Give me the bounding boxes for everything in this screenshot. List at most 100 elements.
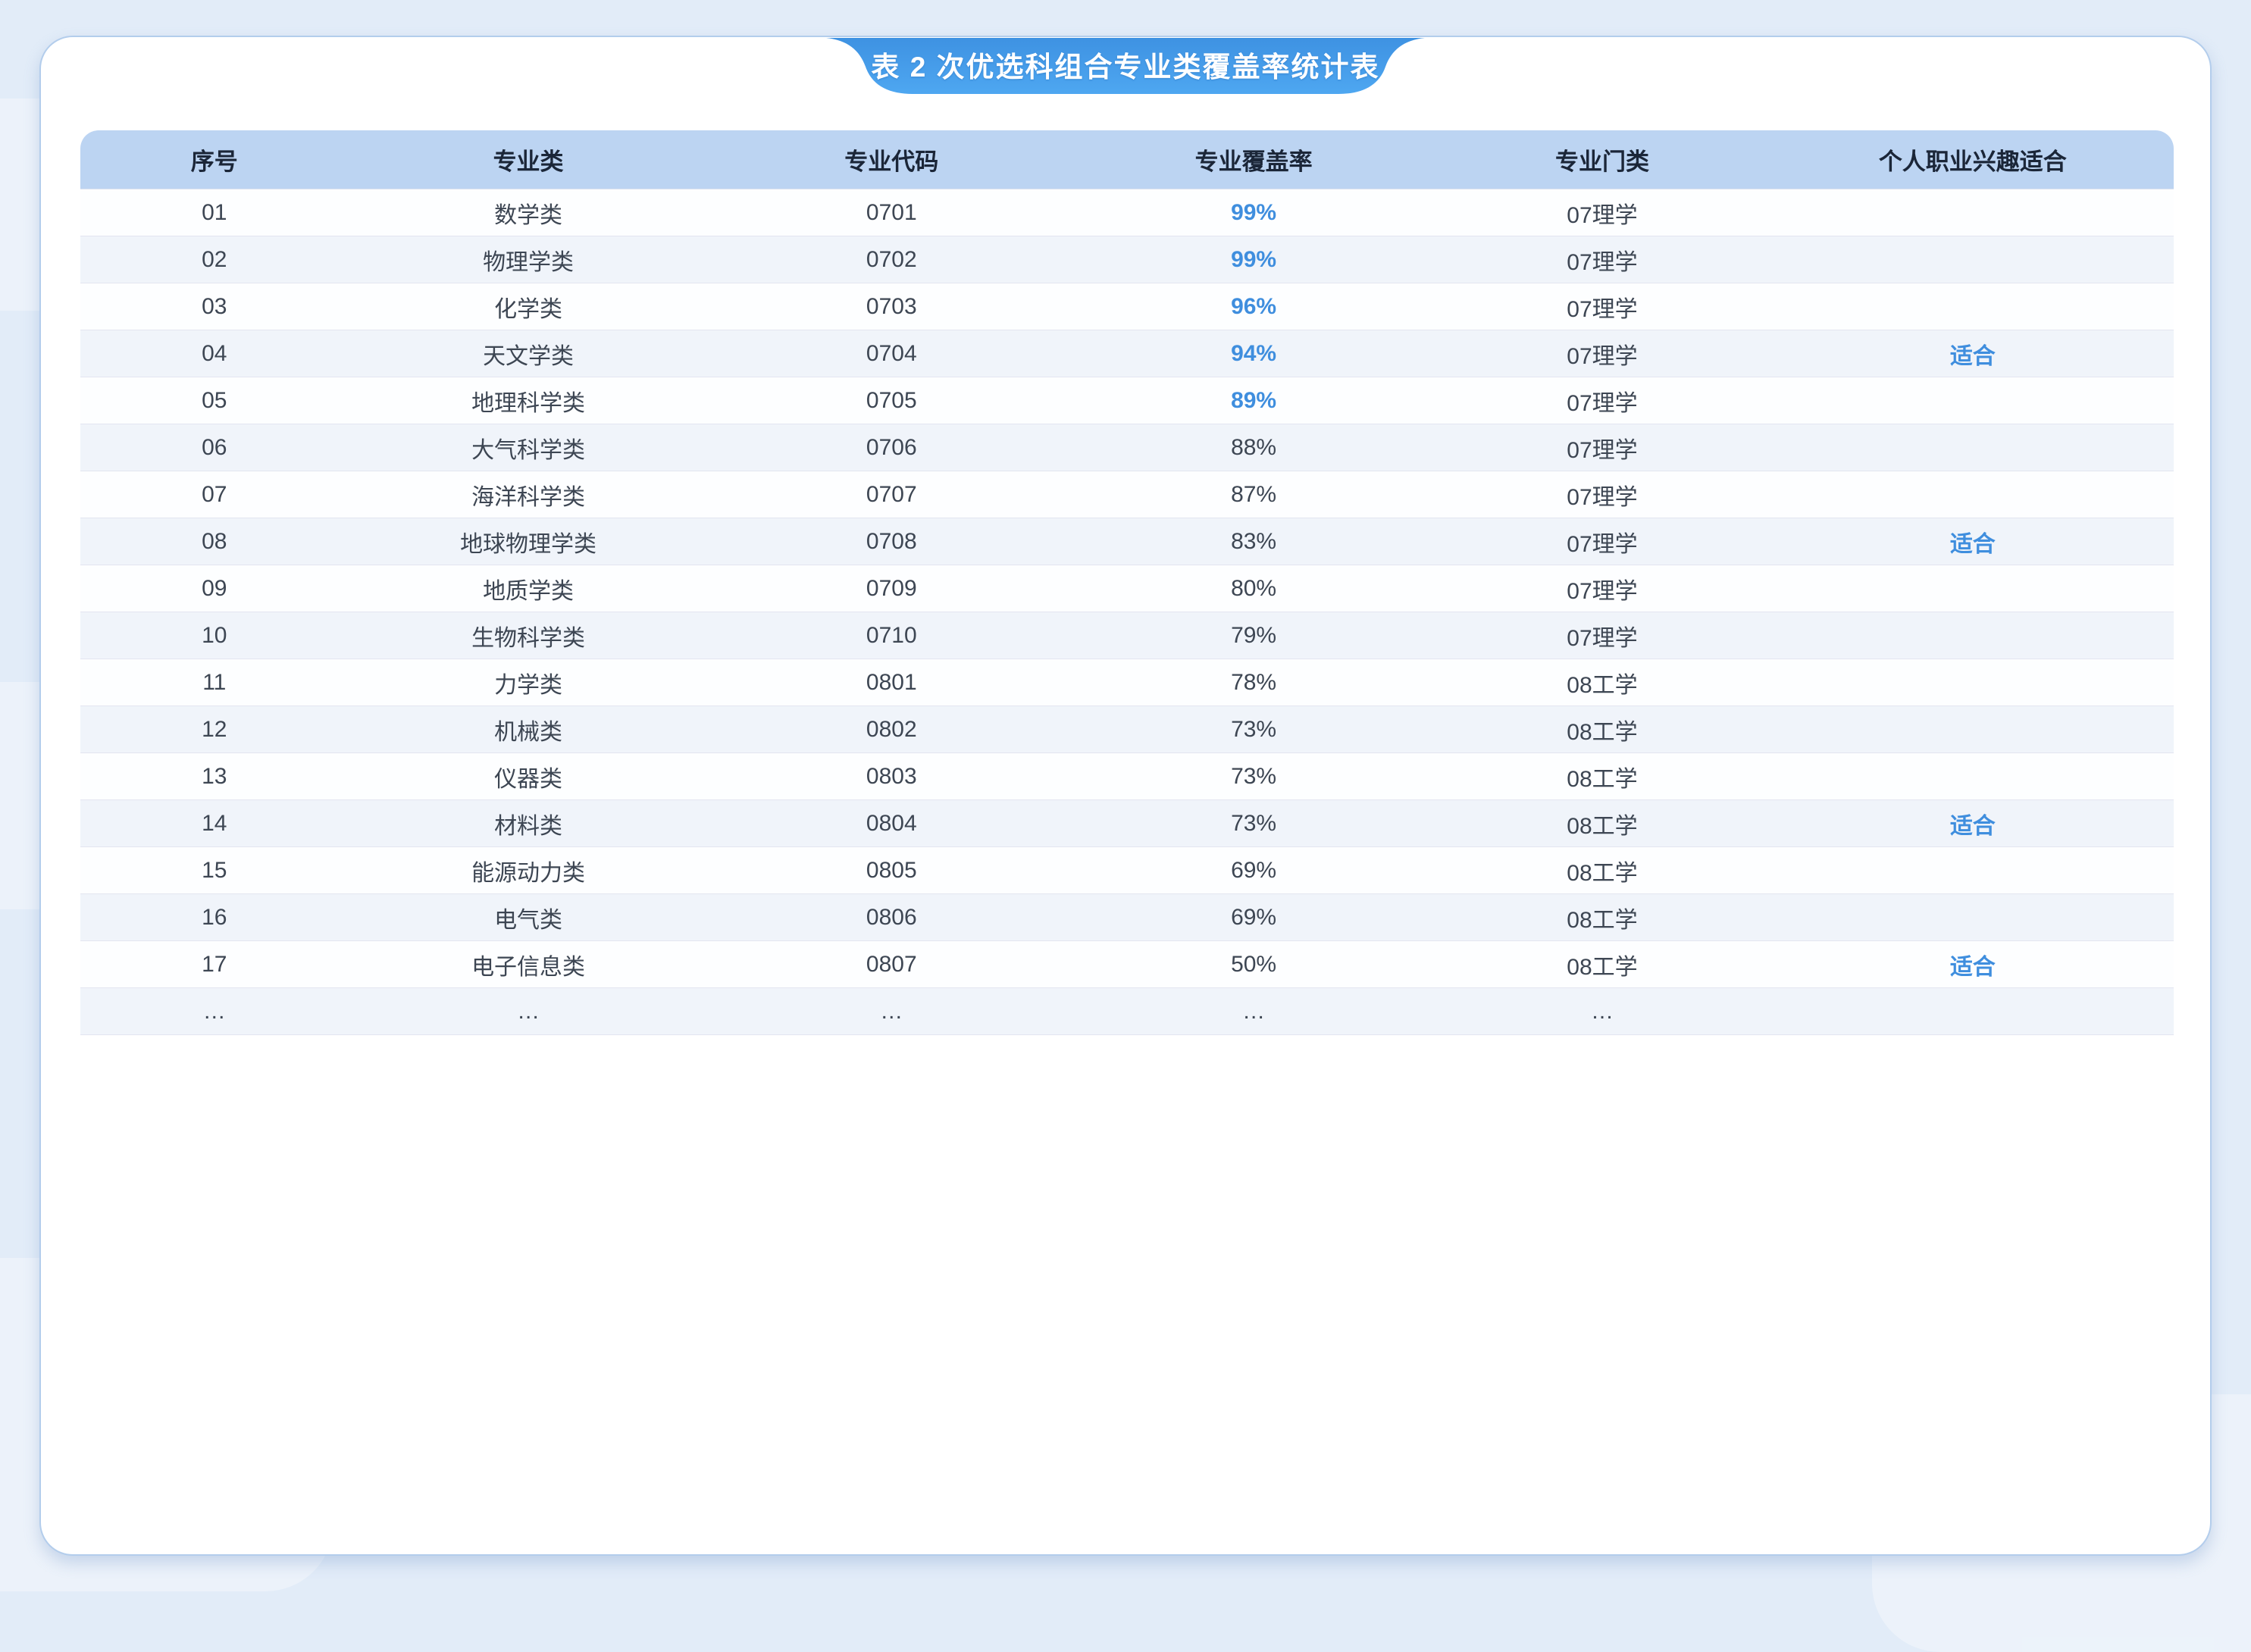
cell-discipline: 07理学	[1432, 384, 1771, 418]
table-row: 11力学类080178%08工学	[80, 659, 2174, 706]
table-row: 09地质学类070980%07理学	[80, 565, 2174, 612]
cell-discipline: …	[1432, 999, 1771, 1025]
table-row: 15能源动力类080569%08工学	[80, 847, 2174, 894]
cell-discipline: 08工学	[1432, 713, 1771, 746]
table-row: 06大气科学类070688%07理学	[80, 424, 2174, 471]
cell-code: 0803	[709, 764, 1075, 790]
cell-rate: 50%	[1075, 952, 1432, 978]
cell-category: 地理科学类	[349, 384, 709, 418]
table-row: 01数学类070199%07理学	[80, 189, 2174, 236]
cell-index: 09	[80, 576, 349, 602]
cell-index: 17	[80, 952, 349, 978]
cell-code: 0806	[709, 905, 1075, 931]
stats-card: 序号 专业类 专业代码 专业覆盖率 专业门类 个人职业兴趣适合 01数学类070…	[39, 36, 2212, 1556]
cell-index: 03	[80, 294, 349, 320]
cell-index: 06	[80, 435, 349, 461]
table-title: 表 2 次优选科组合专业类覆盖率统计表	[826, 38, 1425, 91]
cell-rate: 89%	[1075, 388, 1432, 414]
table-body: 01数学类070199%07理学02物理学类070299%07理学03化学类07…	[80, 189, 2174, 1035]
cell-rate: 99%	[1075, 200, 1432, 226]
cell-suitable: 适合	[1772, 337, 2174, 371]
cell-rate: 78%	[1075, 670, 1432, 696]
cell-suitable: 适合	[1772, 807, 2174, 840]
cell-index: 15	[80, 858, 349, 884]
cell-discipline: 08工学	[1432, 760, 1771, 793]
cell-code: 0804	[709, 811, 1075, 837]
cell-index: 04	[80, 341, 349, 367]
cell-discipline: 07理学	[1432, 290, 1771, 324]
table-row: 16电气类080669%08工学	[80, 894, 2174, 941]
cell-category: 地质学类	[349, 572, 709, 605]
cell-index: …	[80, 999, 349, 1025]
cell-index: 08	[80, 529, 349, 555]
cell-category: 机械类	[349, 713, 709, 746]
column-header-category: 专业类	[349, 142, 709, 177]
column-header-code: 专业代码	[709, 142, 1075, 177]
table-row: 12机械类080273%08工学	[80, 706, 2174, 753]
cell-discipline: 07理学	[1432, 431, 1771, 465]
cell-code: 0708	[709, 529, 1075, 555]
cell-code: 0805	[709, 858, 1075, 884]
cell-category: 电气类	[349, 901, 709, 934]
column-header-rate: 专业覆盖率	[1075, 142, 1432, 177]
cell-discipline: 07理学	[1432, 478, 1771, 512]
cell-discipline: 08工学	[1432, 948, 1771, 981]
table-row: 05地理科学类070589%07理学	[80, 377, 2174, 424]
coverage-table: 序号 专业类 专业代码 专业覆盖率 专业门类 个人职业兴趣适合 01数学类070…	[80, 130, 2174, 1035]
column-header-discipline: 专业门类	[1432, 142, 1771, 177]
table-row: 02物理学类070299%07理学	[80, 236, 2174, 283]
cell-discipline: 08工学	[1432, 807, 1771, 840]
cell-code: 0703	[709, 294, 1075, 320]
cell-category: 物理学类	[349, 243, 709, 277]
table-row: 03化学类070396%07理学	[80, 283, 2174, 330]
cell-index: 16	[80, 905, 349, 931]
cell-category: 数学类	[349, 196, 709, 230]
cell-code: 0801	[709, 670, 1075, 696]
table-row: 08地球物理学类070883%07理学适合	[80, 518, 2174, 565]
cell-category: 化学类	[349, 290, 709, 324]
cell-category: 大气科学类	[349, 431, 709, 465]
cell-category: 能源动力类	[349, 854, 709, 887]
cell-suitable: 适合	[1772, 525, 2174, 558]
cell-discipline: 07理学	[1432, 572, 1771, 605]
table-row: 13仪器类080373%08工学	[80, 753, 2174, 800]
cell-rate: 88%	[1075, 435, 1432, 461]
column-header-index: 序号	[80, 142, 349, 177]
cell-index: 01	[80, 200, 349, 226]
cell-code: 0705	[709, 388, 1075, 414]
cell-rate: 69%	[1075, 858, 1432, 884]
cell-index: 11	[80, 670, 349, 696]
cell-category: 地球物理学类	[349, 525, 709, 558]
cell-rate: 94%	[1075, 341, 1432, 367]
cell-rate: 83%	[1075, 529, 1432, 555]
cell-rate: 73%	[1075, 717, 1432, 743]
cell-rate: …	[1075, 999, 1432, 1025]
cell-code: 0710	[709, 623, 1075, 649]
cell-index: 02	[80, 247, 349, 273]
cell-category: 海洋科学类	[349, 478, 709, 512]
cell-discipline: 07理学	[1432, 337, 1771, 371]
cell-rate: 69%	[1075, 905, 1432, 931]
table-header-row: 序号 专业类 专业代码 专业覆盖率 专业门类 个人职业兴趣适合	[80, 130, 2174, 189]
column-header-suitability: 个人职业兴趣适合	[1772, 142, 2174, 177]
cell-rate: 87%	[1075, 482, 1432, 508]
cell-category: 仪器类	[349, 760, 709, 793]
cell-discipline: 07理学	[1432, 196, 1771, 230]
cell-code: 0701	[709, 200, 1075, 226]
cell-discipline: 08工学	[1432, 666, 1771, 699]
table-row: 07海洋科学类070787%07理学	[80, 471, 2174, 518]
cell-category: 电子信息类	[349, 948, 709, 981]
cell-rate: 96%	[1075, 294, 1432, 320]
cell-code: 0707	[709, 482, 1075, 508]
table-title-banner: 表 2 次优选科组合专业类覆盖率统计表	[826, 38, 1425, 97]
cell-category: 生物科学类	[349, 619, 709, 652]
cell-discipline: 08工学	[1432, 901, 1771, 934]
cell-suitable: 适合	[1772, 948, 2174, 981]
cell-rate: 80%	[1075, 576, 1432, 602]
cell-index: 13	[80, 764, 349, 790]
cell-index: 07	[80, 482, 349, 508]
cell-category: 材料类	[349, 807, 709, 840]
table-row: 04天文学类070494%07理学适合	[80, 330, 2174, 377]
cell-code: 0704	[709, 341, 1075, 367]
cell-rate: 73%	[1075, 764, 1432, 790]
